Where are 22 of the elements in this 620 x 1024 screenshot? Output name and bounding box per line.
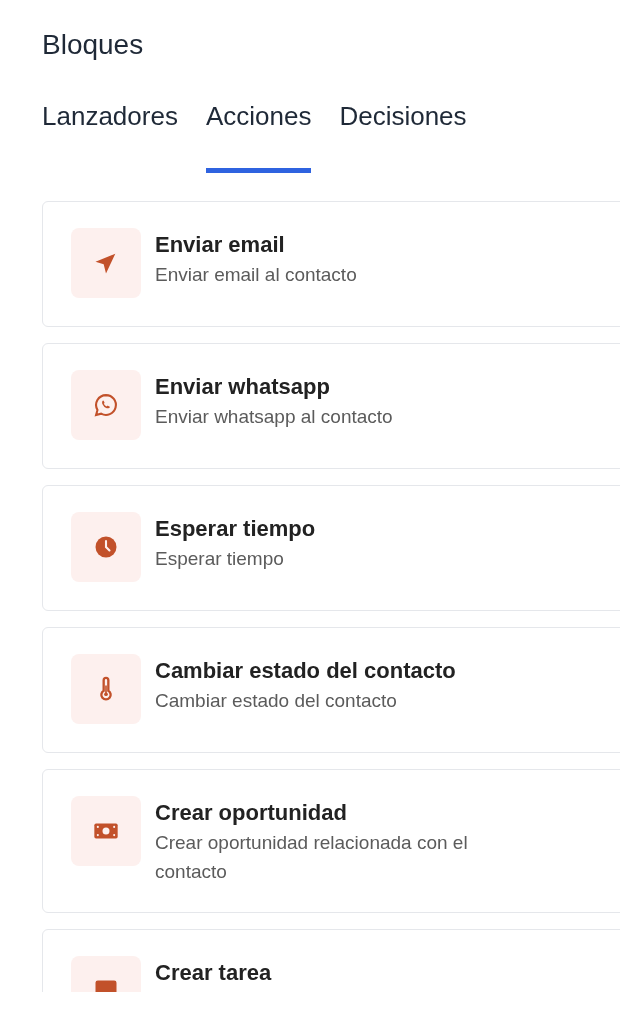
- block-card[interactable]: Esperar tiempo Esperar tiempo: [42, 485, 620, 611]
- block-title: Enviar email: [155, 231, 286, 259]
- block-description: Enviar whatsapp al contacto: [155, 405, 394, 429]
- block-description: Enviar email al contacto: [155, 263, 358, 287]
- whatsapp-icon: [92, 391, 120, 419]
- block-title: Enviar whatsapp: [155, 373, 331, 401]
- panel-title: Bloques: [42, 28, 145, 62]
- block-card[interactable]: Enviar whatsapp Enviar whatsapp al contacto: [42, 343, 620, 469]
- block-title: Cambiar estado del contacto: [155, 657, 457, 685]
- tab[interactable]: Lanzadores: [42, 100, 178, 173]
- block-title: Esperar tiempo: [155, 515, 317, 543]
- block-title: Crear tarea: [155, 959, 273, 987]
- block-card[interactable]: Cambiar estado del contacto Cambiar estado del contacto: [42, 627, 620, 753]
- block-title: Crear oportunidad: [155, 799, 348, 827]
- tab[interactable]: Acciones: [205, 100, 312, 173]
- block-description: Crear oportunidad relacionada con el contacto: [155, 831, 469, 884]
- block-card[interactable]: Crear tarea: [42, 929, 620, 992]
- block-card[interactable]: Crear oportunidad Crear oportunidad relacionada con el contacto: [42, 769, 620, 913]
- block-description: Esperar tiempo: [155, 547, 285, 571]
- block-card[interactable]: Enviar email Enviar email al contacto: [42, 201, 620, 327]
- block-description: Cambiar estado del contacto: [155, 689, 398, 713]
- tab[interactable]: Decisiones: [339, 100, 467, 173]
